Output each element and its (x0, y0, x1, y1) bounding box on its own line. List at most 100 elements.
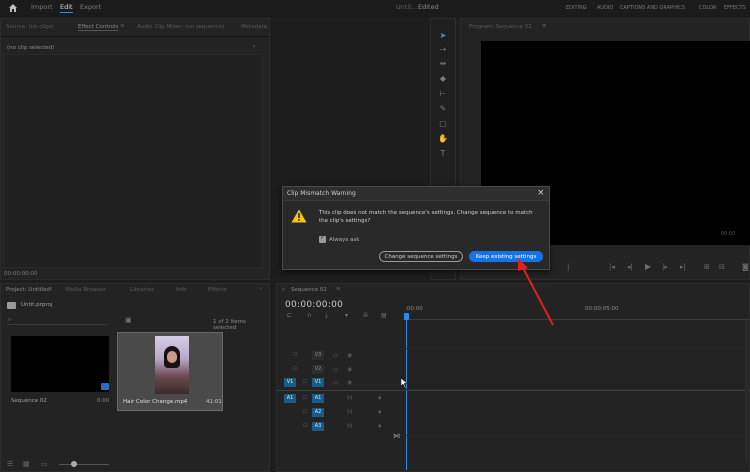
go-to-in-icon[interactable]: |◂ (609, 263, 615, 271)
mark-in-icon[interactable]: | (567, 263, 569, 271)
track-lock-v1[interactable]: ⊡ (299, 378, 311, 387)
sync-lock-icon[interactable]: ▭ (333, 379, 339, 386)
list-view-icon[interactable]: ☰ (7, 460, 13, 468)
track-lock-v3[interactable]: ⊡ (289, 351, 301, 360)
track-select-icon[interactable]: ⇢ (438, 45, 448, 55)
source-patch-v1[interactable]: V1 (284, 378, 296, 387)
program-menu-icon[interactable]: ≡ (542, 23, 547, 29)
captions-icon[interactable]: ▤ (381, 312, 387, 319)
tab-media-browser[interactable]: Media Browser (65, 287, 106, 293)
workspace-captions[interactable]: CAPTIONS AND GRAPHICS (620, 5, 685, 11)
source-patch-a1[interactable]: A1 (284, 394, 296, 403)
linked-selection-icon[interactable]: ∩ (307, 312, 311, 319)
rectangle-icon[interactable]: ▢ (438, 119, 448, 129)
dialog-close-icon[interactable]: × (537, 188, 545, 198)
item-name: Sequence 02 (11, 398, 47, 404)
play-icon[interactable]: ▶ (645, 262, 651, 271)
mic-icon[interactable]: ♦ (377, 409, 382, 416)
mute-icon[interactable]: M (347, 409, 352, 416)
workspace-color[interactable]: COLOR (699, 5, 716, 11)
project-item[interactable]: Hair Color Change.mp4 41:01 (117, 332, 223, 411)
more-tabs-icon[interactable]: » (259, 286, 262, 292)
go-to-out-icon[interactable]: ▸| (680, 263, 686, 271)
change-sequence-button[interactable]: Change sequence settings (379, 251, 463, 262)
always-ask-checkbox[interactable]: ✓ (319, 234, 326, 243)
zoom-slider[interactable] (59, 461, 109, 467)
track-divider[interactable] (277, 390, 749, 391)
pen-icon[interactable]: ✎ (438, 104, 448, 114)
mic-icon[interactable]: ♦ (377, 423, 382, 430)
tab-audio-clip-mixer[interactable]: Audio Clip Mixer: (no sequence) (137, 24, 224, 30)
time-ruler[interactable] (403, 314, 749, 320)
marker-icon[interactable]: ▾ (345, 312, 348, 319)
track-label-v2[interactable]: V2 (312, 365, 324, 374)
icon-view-icon[interactable]: ▦ (23, 460, 30, 468)
selection-tool-icon[interactable]: ➤ (438, 31, 448, 41)
new-bin-icon[interactable]: ▣ (125, 316, 132, 324)
tab-export[interactable]: Export (80, 3, 101, 11)
eye-icon[interactable]: ◉ (347, 352, 352, 359)
timeline-zoom-icon[interactable]: ⋈ (393, 432, 400, 440)
tab-edit[interactable]: Edit (60, 3, 73, 13)
timeline-close-icon[interactable]: × (281, 287, 286, 293)
track-lock-a2[interactable]: ⊡ (299, 408, 311, 417)
mute-icon[interactable]: M (347, 395, 352, 402)
tab-info[interactable]: Info (176, 287, 186, 293)
mute-icon[interactable]: M (347, 423, 352, 430)
always-ask-label: Always ask (329, 237, 360, 243)
eye-icon[interactable]: ◉ (347, 366, 352, 373)
playhead-handle[interactable] (404, 313, 409, 320)
track-label-v3[interactable]: V3 (312, 351, 324, 360)
type-icon[interactable]: T (438, 149, 448, 159)
tab-effects[interactable]: Effects (208, 287, 227, 293)
ripple-edit-icon[interactable]: ⇹ (438, 59, 448, 69)
collapse-icon[interactable]: › (253, 43, 255, 50)
hand-icon[interactable]: ✋ (438, 134, 448, 144)
track-label-v1[interactable]: V1 (312, 378, 324, 387)
tab-libraries[interactable]: Libraries (130, 287, 154, 293)
slip-icon[interactable]: ⊢ (438, 89, 448, 99)
camera-icon[interactable]: ◙ (742, 263, 749, 271)
menu-icon[interactable]: ≡ (120, 23, 125, 29)
timeline-timecode[interactable]: 00:00:00:00 (285, 300, 343, 310)
mouse-cursor-icon (401, 378, 408, 388)
track-lock-v2[interactable]: ⊡ (289, 365, 301, 374)
mic-icon[interactable]: ♦ (377, 395, 382, 402)
step-back-icon[interactable]: ◂| (627, 263, 633, 271)
scrollbar[interactable] (745, 320, 748, 460)
add-marker-icon[interactable]: ⤓ (325, 312, 328, 320)
snap-icon[interactable]: ⊏ (287, 312, 292, 319)
freeform-view-icon[interactable]: ▭ (41, 460, 48, 468)
tab-metadata[interactable]: Metadata (241, 24, 267, 30)
home-icon[interactable] (8, 3, 18, 13)
project-item[interactable]: Sequence 02 0:00 (9, 334, 111, 409)
audio-track-area (403, 392, 749, 436)
tab-project[interactable]: Project: Untitled (6, 287, 50, 293)
eye-icon[interactable]: ◉ (347, 379, 352, 386)
sync-lock-icon[interactable]: ▭ (333, 366, 339, 373)
track-label-a1[interactable]: A1 (312, 394, 324, 403)
annotation-arrow-icon (518, 258, 554, 326)
tab-import[interactable]: Import (31, 3, 53, 11)
track-lock-a1[interactable]: ⊡ (299, 394, 311, 403)
source-timecode: 00:00:00:00 (4, 271, 38, 277)
tab-effect-controls[interactable]: Effect Controls (78, 24, 119, 31)
sync-lock-icon[interactable]: ▭ (333, 352, 339, 359)
zoom-slider-handle[interactable] (71, 461, 77, 467)
track-lock-a3[interactable]: ⊡ (299, 422, 311, 431)
workspace-editing[interactable]: EDITING (566, 5, 587, 11)
insert-icon[interactable]: ⊞ (704, 263, 710, 271)
search-input[interactable]: ⌕ (7, 316, 107, 325)
overwrite-icon[interactable]: ⊟ (719, 263, 725, 271)
track-label-a2[interactable]: A2 (312, 408, 324, 417)
project-menu-icon[interactable]: ≡ (48, 286, 53, 292)
tab-source[interactable]: Source: (no clips) (6, 24, 54, 30)
item-duration: 0:00 (97, 398, 110, 404)
workspace-effects[interactable]: EFFECTS (724, 5, 746, 11)
step-forward-icon[interactable]: |▸ (662, 263, 668, 271)
workspace-audio[interactable]: AUDIO (597, 5, 613, 11)
razor-icon[interactable]: ◆ (438, 74, 448, 84)
wrench-icon[interactable]: ✇ (363, 312, 368, 319)
track-label-a3[interactable]: A3 (312, 422, 324, 431)
timeline-menu-icon[interactable]: ≡ (336, 286, 341, 292)
